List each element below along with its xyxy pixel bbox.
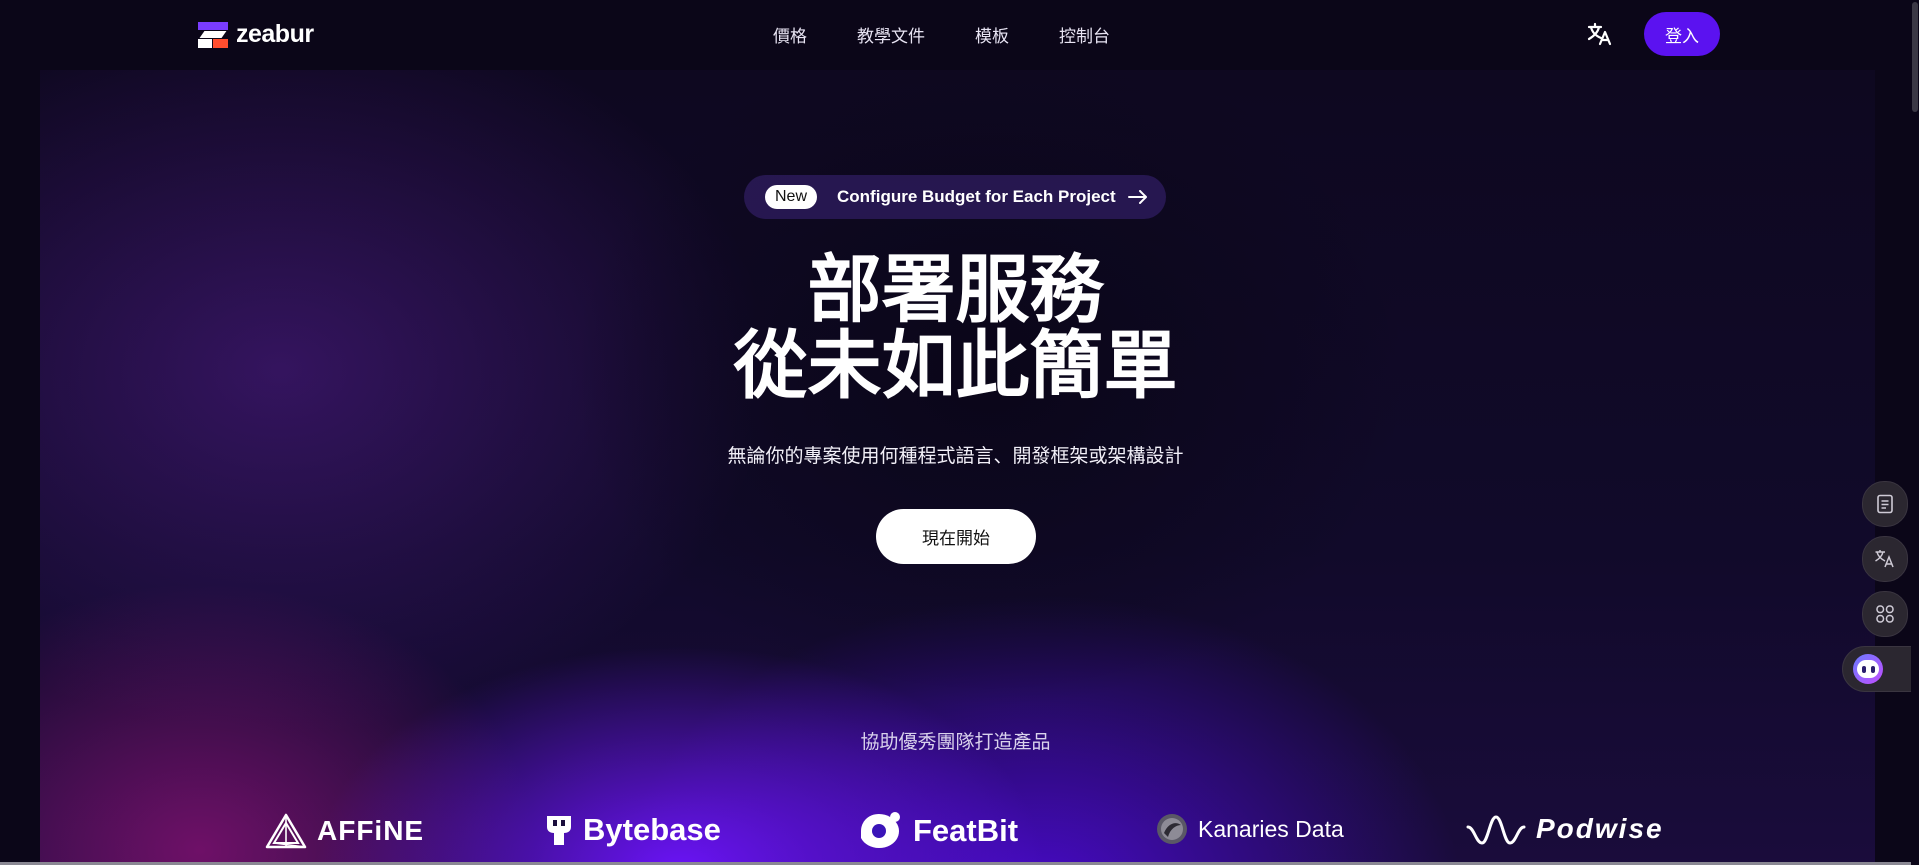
brand-name: FeatBit [913, 813, 1019, 848]
hero-subheading: 無論你的專案使用何種程式語言、開發框架或架構設計 [727, 446, 1184, 467]
announcement-text: Configure Budget for Each Project [837, 187, 1116, 206]
kanaries-logo-icon [1157, 814, 1187, 844]
zeabur-logo-icon [198, 21, 228, 48]
new-badge: New [765, 185, 818, 209]
side-ai-assistant-button[interactable] [1842, 646, 1914, 692]
translate-icon [1587, 22, 1612, 46]
main-nav: 價格 教學文件 模板 控制台 [773, 22, 1110, 47]
side-document-button[interactable] [1862, 481, 1908, 527]
logo-text: zeabur [236, 20, 314, 48]
nav-item-pricing[interactable]: 價格 [773, 22, 807, 47]
nav-item-dashboard[interactable]: 控制台 [1059, 22, 1110, 47]
login-button[interactable]: 登入 [1644, 12, 1720, 56]
nav-item-templates[interactable]: 模板 [975, 22, 1009, 47]
side-apps-button[interactable] [1862, 591, 1908, 637]
hero-headline: 部署服務 從未如此簡單 [0, 252, 1911, 404]
site-header: zeabur 價格 教學文件 模板 控制台 登入 [0, 0, 1919, 68]
podwise-logo-icon [1466, 815, 1526, 845]
brand-name: AFFiNE [317, 815, 425, 846]
zeabur-logo[interactable]: zeabur [198, 20, 314, 49]
brand-name: Podwise [1536, 813, 1664, 844]
brand-bytebase: Bytebase [545, 812, 721, 848]
language-switch-button[interactable] [1585, 19, 1615, 49]
brand-affine: AFFiNE [265, 813, 424, 849]
brand-name: Kanaries Data [1198, 815, 1344, 842]
affine-logo-icon [265, 813, 307, 849]
headline-line-1: 部署服務 [807, 247, 1104, 333]
apps-icon [1876, 605, 1894, 623]
ai-assistant-icon [1853, 654, 1883, 684]
bytebase-logo-icon [547, 816, 571, 845]
scrollbar-thumb[interactable] [1912, 2, 1918, 112]
nav-item-docs[interactable]: 教學文件 [857, 22, 925, 47]
page: zeabur 價格 教學文件 模板 控制台 登入 New Configure B… [0, 0, 1919, 865]
announcement-pill[interactable]: New Configure Budget for Each Project [744, 175, 1166, 219]
side-translate-button[interactable] [1862, 536, 1908, 582]
featbit-logo-icon [861, 812, 900, 848]
document-icon [1877, 494, 1893, 514]
brand-kanaries: Kanaries Data [1156, 813, 1344, 845]
brand-podwise: Podwise [1466, 813, 1664, 845]
brand-name: Bytebase [583, 812, 721, 847]
headline-line-2: 從未如此簡單 [733, 323, 1178, 409]
customers-heading: 協助優秀團隊打造產品 [860, 732, 1051, 753]
translate-icon [1875, 550, 1894, 568]
scrollbar-track[interactable] [1911, 0, 1919, 865]
brand-featbit: FeatBit [857, 811, 1018, 851]
arrow-right-icon [1127, 190, 1147, 204]
get-started-button[interactable]: 現在開始 [876, 509, 1036, 564]
